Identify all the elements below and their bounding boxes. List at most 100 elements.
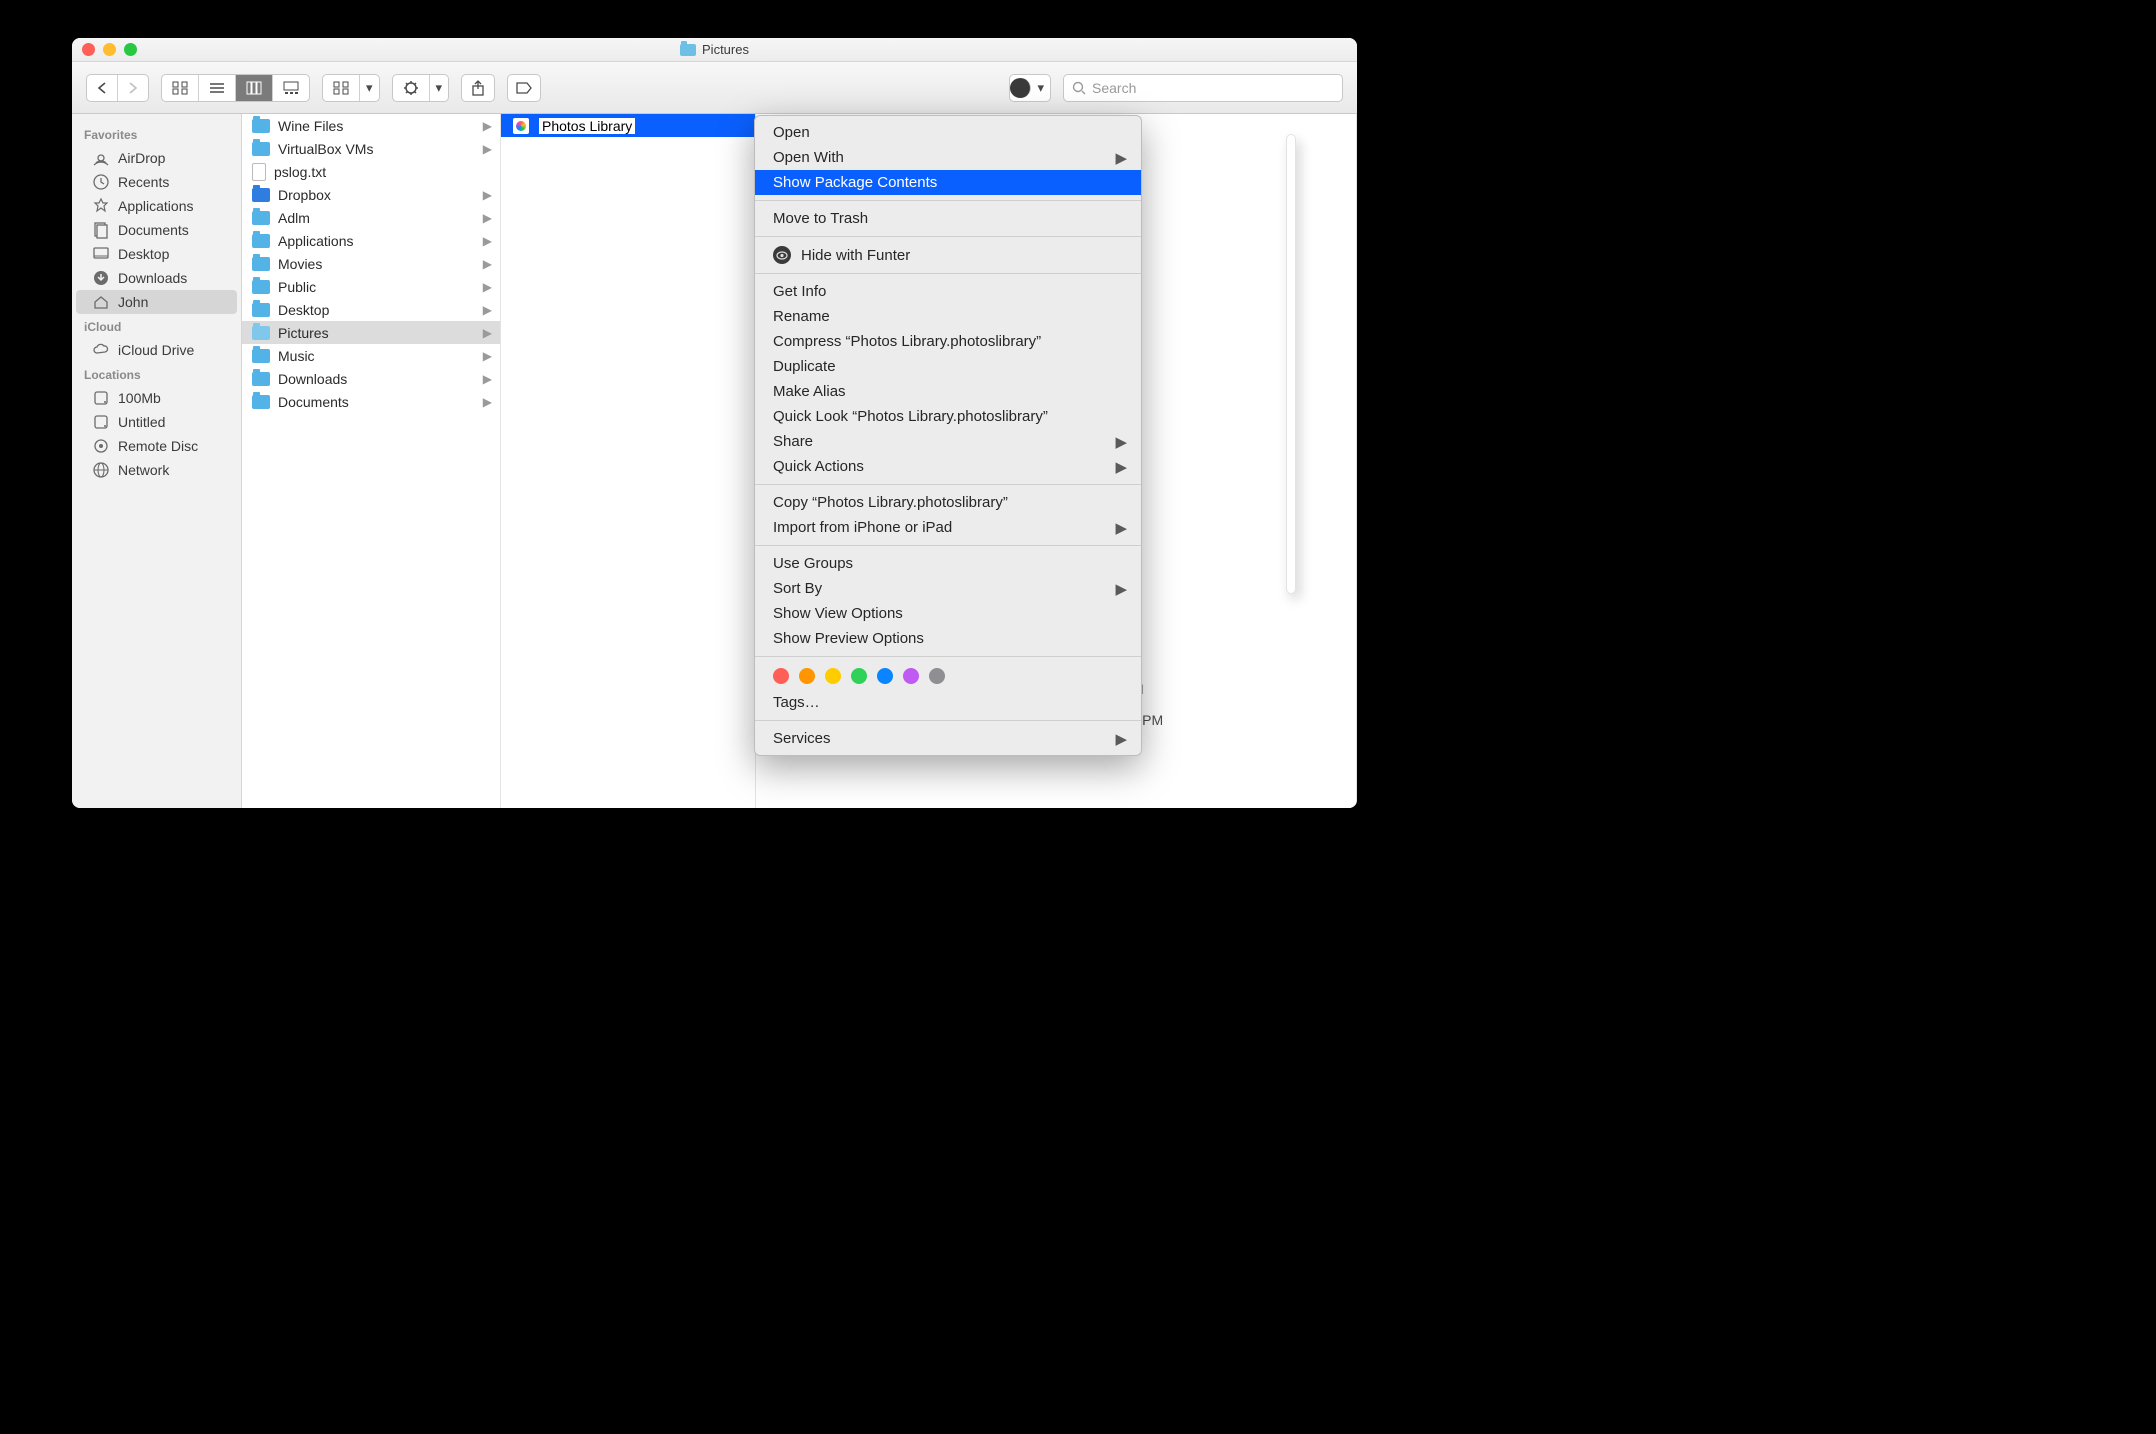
menu-separator bbox=[755, 720, 1141, 721]
docs-icon bbox=[92, 221, 110, 239]
sidebar-item-100mb[interactable]: 100Mb bbox=[76, 386, 237, 410]
file-label: Movies bbox=[278, 256, 322, 272]
file-row[interactable]: Pictures▶ bbox=[242, 321, 500, 344]
menu-item-import-from-iphone-or-ipad[interactable]: Import from iPhone or iPad▶ bbox=[755, 515, 1141, 540]
tag-color-4[interactable] bbox=[877, 668, 893, 684]
sidebar-item-documents[interactable]: Documents bbox=[76, 218, 237, 242]
sidebar-header: Locations bbox=[72, 362, 241, 386]
file-row[interactable]: Photos Library bbox=[501, 114, 755, 137]
file-row[interactable]: Applications▶ bbox=[242, 229, 500, 252]
menu-item-quick-actions[interactable]: Quick Actions▶ bbox=[755, 454, 1141, 479]
file-label: VirtualBox VMs bbox=[278, 141, 373, 157]
minimize-button[interactable] bbox=[103, 43, 116, 56]
sidebar-item-network[interactable]: Network bbox=[76, 458, 237, 482]
remote-icon bbox=[92, 437, 110, 455]
menu-item-show-package-contents[interactable]: Show Package Contents bbox=[755, 170, 1141, 195]
window-controls bbox=[82, 43, 137, 56]
folder-icon bbox=[252, 142, 270, 156]
sidebar-item-airdrop[interactable]: AirDrop bbox=[76, 146, 237, 170]
apps-icon bbox=[92, 197, 110, 215]
back-button[interactable] bbox=[87, 75, 118, 101]
disclosure-arrow-icon: ▶ bbox=[483, 142, 492, 156]
tag-color-0[interactable] bbox=[773, 668, 789, 684]
file-label: Public bbox=[278, 279, 316, 295]
disclosure-arrow-icon: ▶ bbox=[483, 326, 492, 340]
menu-item-label: Services bbox=[773, 730, 831, 747]
menu-item-label: Share bbox=[773, 433, 813, 450]
file-row[interactable]: Public ▶ bbox=[242, 275, 500, 298]
file-row[interactable]: Downloads▶ bbox=[242, 367, 500, 390]
file-label: Downloads bbox=[278, 371, 347, 387]
sidebar-item-applications[interactable]: Applications bbox=[76, 194, 237, 218]
menu-item-show-view-options[interactable]: Show View Options bbox=[755, 601, 1141, 626]
file-row[interactable]: Documents▶ bbox=[242, 390, 500, 413]
forward-button[interactable] bbox=[118, 75, 148, 101]
arrange-button[interactable]: ▾ bbox=[322, 74, 380, 102]
sidebar-item-recents[interactable]: Recents bbox=[76, 170, 237, 194]
sidebar-item-downloads[interactable]: Downloads bbox=[76, 266, 237, 290]
menu-item-make-alias[interactable]: Make Alias bbox=[755, 379, 1141, 404]
menu-item-share[interactable]: Share▶ bbox=[755, 429, 1141, 454]
menu-item-label: Get Info bbox=[773, 283, 826, 300]
menu-item-sort-by[interactable]: Sort By▶ bbox=[755, 576, 1141, 601]
sidebar-item-icloud-drive[interactable]: iCloud Drive bbox=[76, 338, 237, 362]
downloads-icon bbox=[92, 269, 110, 287]
menu-item-label: Sort By bbox=[773, 580, 822, 597]
tag-color-6[interactable] bbox=[929, 668, 945, 684]
sidebar-item-untitled[interactable]: Untitled bbox=[76, 410, 237, 434]
file-label: Dropbox bbox=[278, 187, 331, 203]
zoom-button[interactable] bbox=[124, 43, 137, 56]
sidebar-item-remote-disc[interactable]: Remote Disc bbox=[76, 434, 237, 458]
file-label: Desktop bbox=[278, 302, 329, 318]
sidebar-header: iCloud bbox=[72, 314, 241, 338]
sidebar-header: Favorites bbox=[72, 122, 241, 146]
list-view-button[interactable] bbox=[199, 75, 236, 101]
menu-item-tags[interactable]: Tags… bbox=[755, 690, 1141, 715]
menu-separator bbox=[755, 484, 1141, 485]
file-row[interactable]: Dropbox▶ bbox=[242, 183, 500, 206]
share-button[interactable] bbox=[461, 74, 495, 102]
disclosure-arrow-icon: ▶ bbox=[483, 280, 492, 294]
close-button[interactable] bbox=[82, 43, 95, 56]
menu-separator bbox=[755, 236, 1141, 237]
file-row[interactable]: Adlm▶ bbox=[242, 206, 500, 229]
sidebar-item-label: iCloud Drive bbox=[118, 342, 194, 358]
menu-item-duplicate[interactable]: Duplicate bbox=[755, 354, 1141, 379]
tag-color-1[interactable] bbox=[799, 668, 815, 684]
menu-item-open[interactable]: Open bbox=[755, 120, 1141, 145]
menu-item-open-with[interactable]: Open With▶ bbox=[755, 145, 1141, 170]
gallery-view-button[interactable] bbox=[273, 75, 309, 101]
search-field[interactable]: Search bbox=[1063, 74, 1343, 102]
file-row[interactable]: Movies▶ bbox=[242, 252, 500, 275]
file-row[interactable]: Wine Files▶ bbox=[242, 114, 500, 137]
icon-view-button[interactable] bbox=[162, 75, 199, 101]
preview-thumbnail bbox=[1286, 134, 1296, 594]
funter-button[interactable]: ▾ bbox=[1009, 74, 1051, 102]
file-row[interactable]: Music▶ bbox=[242, 344, 500, 367]
column-view-button[interactable] bbox=[236, 75, 273, 101]
tags-button[interactable] bbox=[507, 74, 541, 102]
menu-item-compress-photos-library-photoslibrary[interactable]: Compress “Photos Library.photoslibrary” bbox=[755, 329, 1141, 354]
file-row[interactable]: VirtualBox VMs ▶ bbox=[242, 137, 500, 160]
file-row[interactable]: Desktop▶ bbox=[242, 298, 500, 321]
submenu-arrow-icon: ▶ bbox=[1115, 149, 1127, 167]
menu-item-rename[interactable]: Rename bbox=[755, 304, 1141, 329]
menu-item-quick-look-photos-library-photoslibrary[interactable]: Quick Look “Photos Library.photoslibrary… bbox=[755, 404, 1141, 429]
sidebar-item-desktop[interactable]: Desktop bbox=[76, 242, 237, 266]
disclosure-arrow-icon: ▶ bbox=[483, 211, 492, 225]
tag-color-3[interactable] bbox=[851, 668, 867, 684]
submenu-arrow-icon: ▶ bbox=[1115, 519, 1127, 537]
airdrop-icon bbox=[92, 149, 110, 167]
menu-item-hide-with-funter[interactable]: Hide with Funter bbox=[755, 242, 1141, 268]
sidebar-item-john[interactable]: John bbox=[76, 290, 237, 314]
tag-color-5[interactable] bbox=[903, 668, 919, 684]
menu-item-show-preview-options[interactable]: Show Preview Options bbox=[755, 626, 1141, 651]
menu-item-move-to-trash[interactable]: Move to Trash bbox=[755, 206, 1141, 231]
file-row[interactable]: pslog.txt bbox=[242, 160, 500, 183]
action-button[interactable]: ▾ bbox=[392, 74, 450, 102]
menu-item-get-info[interactable]: Get Info bbox=[755, 279, 1141, 304]
menu-item-services[interactable]: Services▶ bbox=[755, 726, 1141, 751]
menu-item-use-groups[interactable]: Use Groups bbox=[755, 551, 1141, 576]
tag-color-2[interactable] bbox=[825, 668, 841, 684]
menu-item-copy-photos-library-photoslibrary[interactable]: Copy “Photos Library.photoslibrary” bbox=[755, 490, 1141, 515]
